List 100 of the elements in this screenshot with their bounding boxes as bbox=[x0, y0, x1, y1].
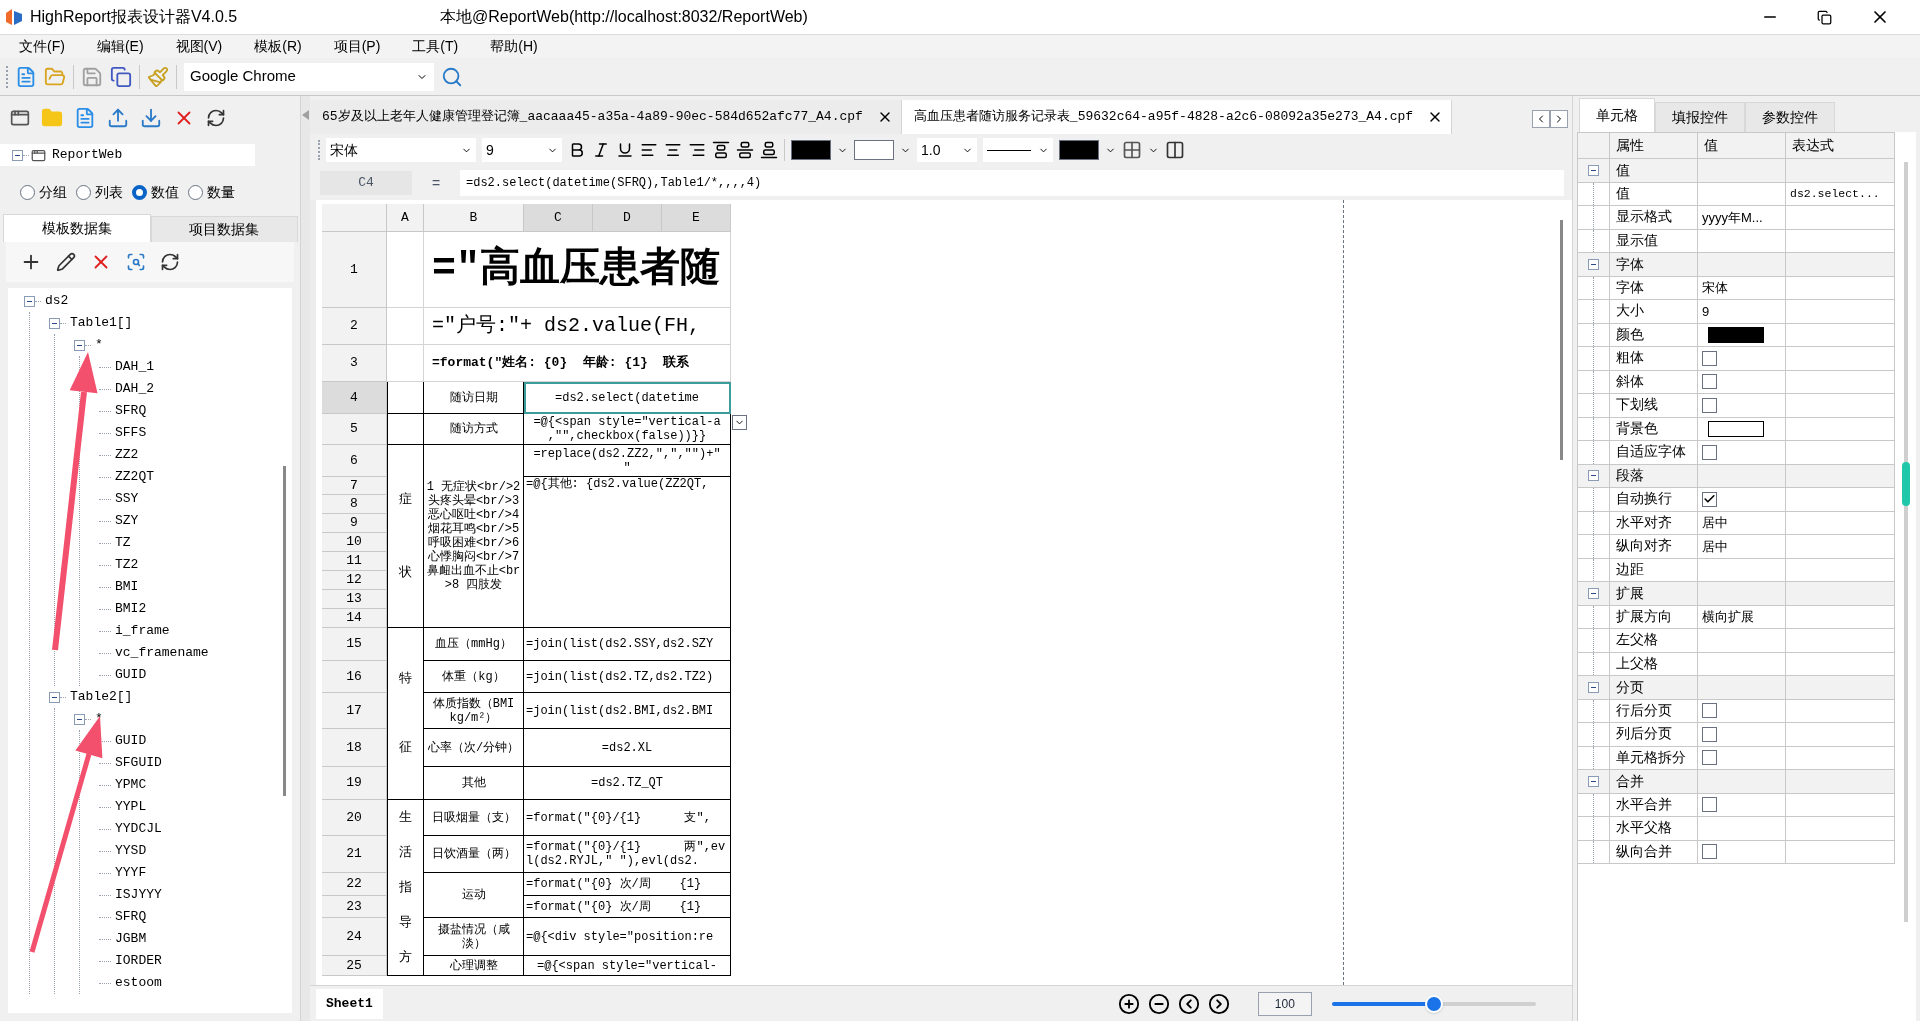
tree-item[interactable]: ds2 bbox=[45, 291, 69, 311]
tree-item[interactable]: vc_framename bbox=[115, 643, 209, 663]
table-cell[interactable] bbox=[1786, 300, 1895, 324]
edit-icon[interactable] bbox=[56, 252, 76, 272]
tree-item[interactable]: ZZ2 bbox=[115, 445, 139, 465]
row-header[interactable]: 6 bbox=[322, 445, 387, 477]
table-cell[interactable]: 居中 bbox=[1698, 511, 1786, 535]
table-cell[interactable] bbox=[1786, 535, 1895, 559]
row-header[interactable]: 11 bbox=[322, 552, 387, 571]
table-cell[interactable]: 横向扩展 bbox=[1698, 605, 1786, 629]
align-left-icon[interactable] bbox=[640, 141, 658, 159]
tree-item[interactable]: i_frame bbox=[115, 621, 170, 641]
column-header[interactable]: C bbox=[524, 204, 593, 232]
font-select[interactable]: 宋体 bbox=[326, 138, 476, 162]
table-cell[interactable]: 居中 bbox=[1698, 535, 1786, 559]
table-cell[interactable] bbox=[1698, 182, 1786, 206]
row-header[interactable]: 23 bbox=[322, 896, 387, 918]
radio-button[interactable] bbox=[132, 184, 147, 200]
radio-button[interactable] bbox=[76, 184, 91, 200]
slider-thumb[interactable] bbox=[1424, 994, 1443, 1013]
table-cell[interactable] bbox=[1698, 394, 1786, 418]
tree-item[interactable]: Table2[] bbox=[70, 687, 133, 707]
tree-item[interactable]: YPMC bbox=[115, 775, 147, 795]
window-icon[interactable] bbox=[10, 108, 30, 128]
row-header[interactable]: 2 bbox=[322, 308, 387, 345]
table-cell[interactable] bbox=[1698, 323, 1786, 347]
row-header[interactable]: 22 bbox=[322, 873, 387, 896]
row-header[interactable]: 13 bbox=[322, 590, 387, 609]
table-cell[interactable] bbox=[1698, 417, 1786, 441]
font-color-swatch[interactable] bbox=[791, 140, 831, 160]
table-cell[interactable]: yyyy年M... bbox=[1698, 206, 1786, 230]
tree-item[interactable]: GUID bbox=[115, 665, 147, 685]
table-cell[interactable] bbox=[1786, 394, 1895, 418]
checkbox[interactable] bbox=[1702, 797, 1717, 813]
table-cell[interactable] bbox=[1786, 629, 1895, 653]
collapse-toggle[interactable] bbox=[1588, 681, 1599, 693]
tree-item[interactable]: DAH_2 bbox=[115, 379, 154, 399]
preview-icon[interactable] bbox=[126, 252, 146, 272]
tree-item[interactable]: SFRQ bbox=[115, 401, 147, 421]
row-header[interactable]: 7 bbox=[322, 477, 387, 495]
table-cell[interactable]: ds2.select... bbox=[1786, 182, 1895, 206]
checkbox[interactable] bbox=[1702, 397, 1717, 413]
collapse-toggle[interactable] bbox=[1588, 258, 1599, 270]
tree-item[interactable]: BMI2 bbox=[115, 599, 147, 619]
last-page-icon[interactable] bbox=[1207, 992, 1230, 1015]
table-cell[interactable] bbox=[1786, 817, 1895, 841]
merge-cells-icon[interactable] bbox=[1165, 140, 1185, 160]
row-header[interactable]: 8 bbox=[322, 495, 387, 514]
table-cell[interactable] bbox=[1698, 840, 1786, 864]
tree-item[interactable]: DAH_1 bbox=[115, 357, 154, 377]
table-cell[interactable] bbox=[1698, 347, 1786, 371]
collapse-toggle[interactable] bbox=[49, 691, 60, 703]
table-cell[interactable] bbox=[1698, 817, 1786, 841]
collapse-toggle[interactable] bbox=[12, 149, 23, 161]
menu-item[interactable]: 文件(F) bbox=[8, 36, 76, 57]
document-icon[interactable] bbox=[74, 107, 96, 129]
radio-button[interactable] bbox=[20, 184, 35, 200]
tree-item[interactable]: YYSD bbox=[115, 841, 147, 861]
menu-item[interactable]: 模板(R) bbox=[243, 36, 313, 57]
tree-item[interactable]: TZ bbox=[115, 533, 131, 553]
table-cell[interactable] bbox=[1698, 629, 1786, 653]
align-right-icon[interactable] bbox=[688, 141, 706, 159]
row-header[interactable]: 5 bbox=[322, 414, 387, 445]
first-page-icon[interactable] bbox=[1177, 992, 1200, 1015]
column-header[interactable]: E bbox=[662, 204, 731, 232]
fill-color-swatch[interactable] bbox=[854, 140, 894, 160]
refresh-icon[interactable] bbox=[206, 108, 226, 128]
row-header[interactable]: 15 bbox=[322, 628, 387, 661]
collapse-toggle[interactable] bbox=[74, 713, 85, 725]
font-size-select[interactable]: 9 bbox=[482, 138, 562, 162]
row-header[interactable]: 1 bbox=[322, 232, 387, 308]
collapse-toggle[interactable] bbox=[1588, 470, 1599, 482]
collapse-toggle[interactable] bbox=[49, 317, 60, 329]
checkbox[interactable] bbox=[1702, 491, 1717, 507]
tree-item[interactable]: GUID bbox=[115, 731, 147, 751]
tree-item[interactable]: estoom bbox=[115, 973, 162, 993]
zoom-out-icon[interactable] bbox=[1147, 992, 1170, 1015]
table-cell[interactable] bbox=[1698, 488, 1786, 512]
table-cell[interactable]: 宋体 bbox=[1698, 276, 1786, 300]
border-icon[interactable] bbox=[1122, 140, 1142, 160]
italic-icon[interactable] bbox=[592, 141, 610, 159]
tree-item[interactable]: SFGUID bbox=[115, 753, 162, 773]
document-tab[interactable]: 高血压患者随访服务记录表_59632c64-a95f-4828-a2c6-08092a35e273_A4.cpf bbox=[901, 100, 1453, 134]
checkbox[interactable] bbox=[1702, 350, 1717, 366]
zoom-in-icon[interactable] bbox=[1117, 992, 1140, 1015]
tree-item[interactable]: SFRQ bbox=[115, 907, 147, 927]
table-cell[interactable] bbox=[1786, 793, 1895, 817]
row-header[interactable]: 10 bbox=[322, 533, 387, 552]
refresh-icon[interactable] bbox=[160, 252, 180, 272]
upload-icon[interactable] bbox=[107, 107, 129, 129]
download-icon[interactable] bbox=[140, 107, 162, 129]
table-cell[interactable] bbox=[1786, 605, 1895, 629]
table-cell[interactable] bbox=[1786, 441, 1895, 465]
tree-item[interactable]: YYYF bbox=[115, 863, 147, 883]
row-header[interactable]: 21 bbox=[322, 836, 387, 873]
tab[interactable]: 单元格 bbox=[1579, 98, 1655, 132]
tree-item[interactable]: JGBM bbox=[115, 929, 147, 949]
collapse-toggle[interactable] bbox=[24, 295, 35, 307]
table-cell[interactable] bbox=[1698, 441, 1786, 465]
row-header[interactable]: 4 bbox=[322, 382, 387, 414]
